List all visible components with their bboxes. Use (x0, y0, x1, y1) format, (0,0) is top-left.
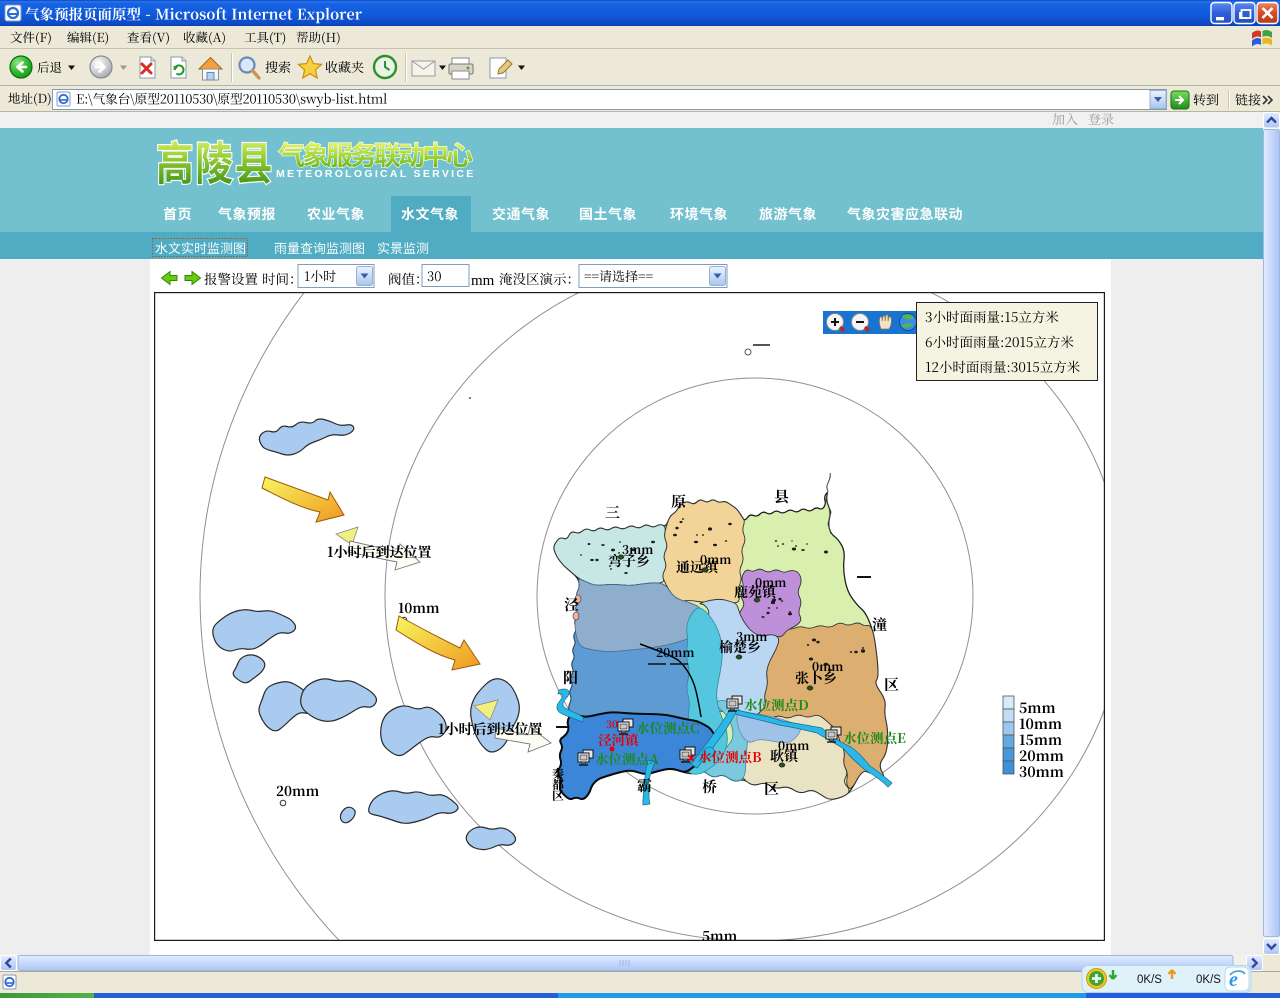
svg-text:0K/S: 0K/S (1137, 974, 1162, 986)
svg-text:METEOROLOGICAL SERVICE: METEOROLOGICAL SERVICE (276, 168, 476, 180)
svg-text:0K/S: 0K/S (1196, 974, 1221, 986)
svg-text:mm: mm (471, 273, 495, 289)
